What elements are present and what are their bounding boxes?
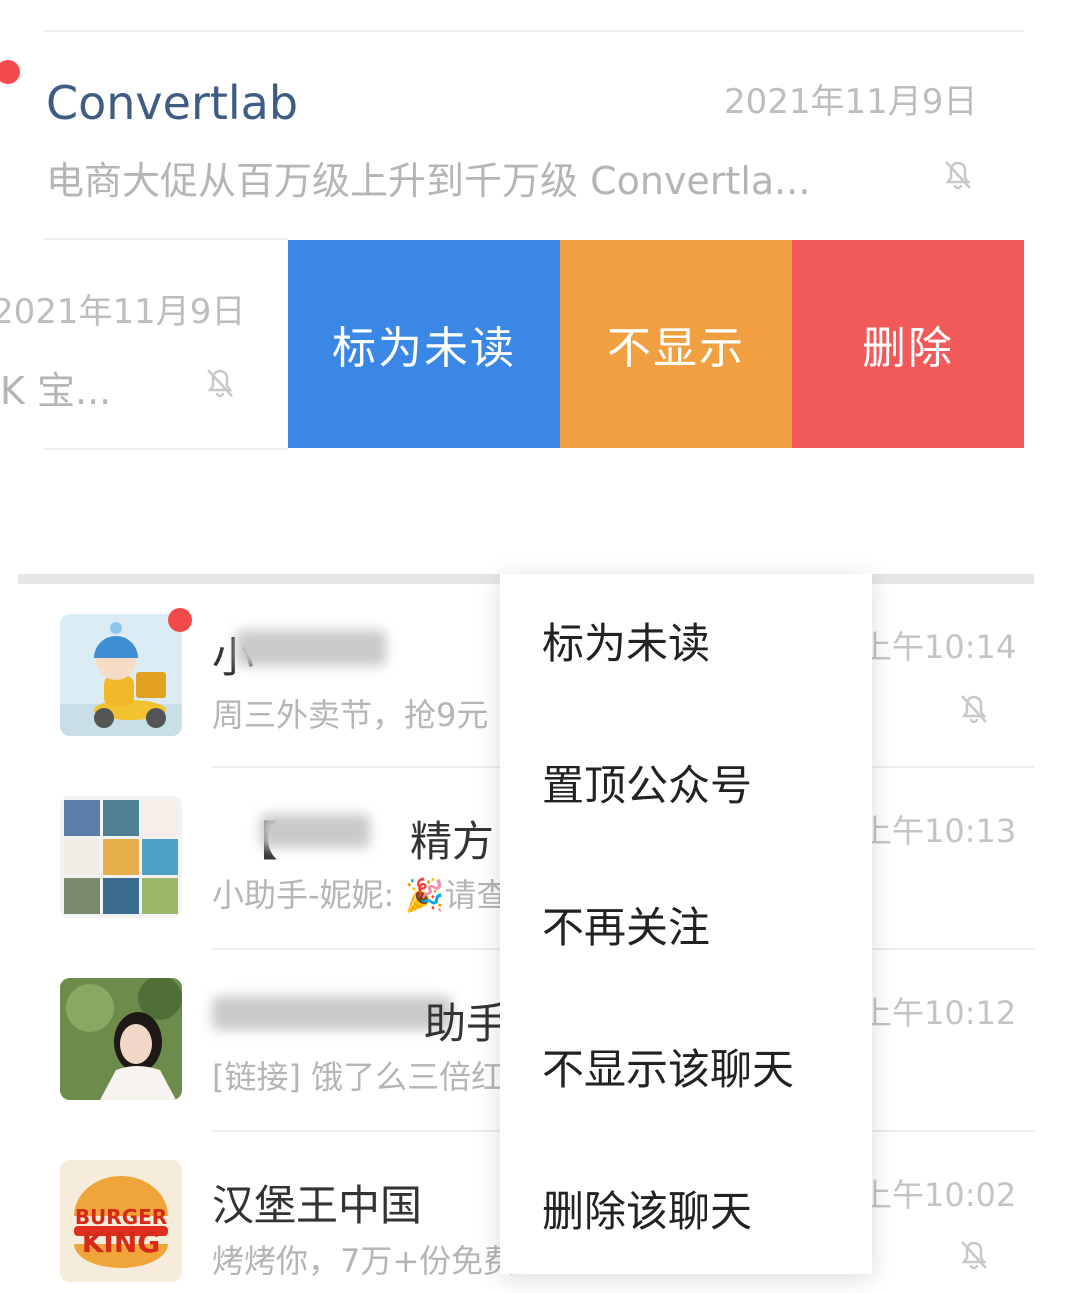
blurred-name <box>212 996 452 1030</box>
chat-message: 小助手-妮妮: 🎉请查 <box>212 876 509 914</box>
chat-time: 上午10:02 <box>860 1176 1017 1214</box>
menu-item-delete-chat[interactable]: 删除该聊天 <box>542 1178 752 1239</box>
screen: Convertlab 2021年11月9日 电商大促从百万级上升到千万级 Con… <box>0 0 1080 1293</box>
chat-message: [链接] 饿了么三倍红 <box>212 1058 504 1096</box>
mute-bell-icon <box>954 1234 994 1274</box>
chat-time: 上午10:12 <box>860 994 1017 1032</box>
mute-bell-icon <box>938 154 978 194</box>
conversation-row-convertlab[interactable] <box>44 42 1024 240</box>
chat-time: 上午10:13 <box>860 812 1017 850</box>
chat-name: 汉堡王中国 <box>212 1181 423 1230</box>
menu-item-pin-account[interactable]: 置顶公众号 <box>542 752 752 813</box>
swiped-conversation-row[interactable] <box>0 240 288 448</box>
avatar <box>60 614 182 736</box>
menu-item-hide-chat[interactable]: 不显示该聊天 <box>542 1036 794 1097</box>
hide-button[interactable]: 不显示 <box>560 240 792 448</box>
chat-name-tail: 精方 <box>410 817 495 866</box>
conversation-preview: 电商大促从百万级上升到千万级 Convertla... <box>46 159 811 203</box>
avatar <box>60 978 182 1100</box>
divider <box>44 30 1024 32</box>
unread-dot <box>0 60 20 84</box>
divider <box>44 448 288 450</box>
menu-item-mark-unread[interactable]: 标为未读 <box>542 610 710 671</box>
conversation-preview: K 宝... <box>0 369 112 413</box>
context-menu: 标为未读 置顶公众号 不再关注 不显示该聊天 删除该聊天 <box>500 574 872 1274</box>
chat-message: 烤烤你，7万+份免费 <box>212 1242 516 1280</box>
conversation-date: 2021年11月9日 <box>0 292 246 332</box>
chat-name-tail: 助手 <box>424 999 509 1048</box>
unread-dot <box>168 608 192 632</box>
chat-message: 周三外卖节，抢9元 <box>212 696 489 734</box>
blurred-name <box>260 814 370 848</box>
logo-text: KING <box>82 1226 161 1259</box>
mute-bell-icon <box>954 688 994 728</box>
menu-item-unfollow[interactable]: 不再关注 <box>542 894 710 955</box>
avatar <box>60 796 182 918</box>
mark-unread-button[interactable]: 标为未读 <box>288 240 560 448</box>
blurred-name <box>236 630 386 666</box>
mute-bell-icon <box>200 362 240 402</box>
chat-time: 上午10:14 <box>860 628 1017 666</box>
avatar: BURGER KING <box>60 1160 182 1282</box>
conversation-date: 2021年11月9日 <box>724 82 978 122</box>
conversation-title: Convertlab <box>46 76 299 130</box>
delete-button[interactable]: 删除 <box>792 240 1024 448</box>
